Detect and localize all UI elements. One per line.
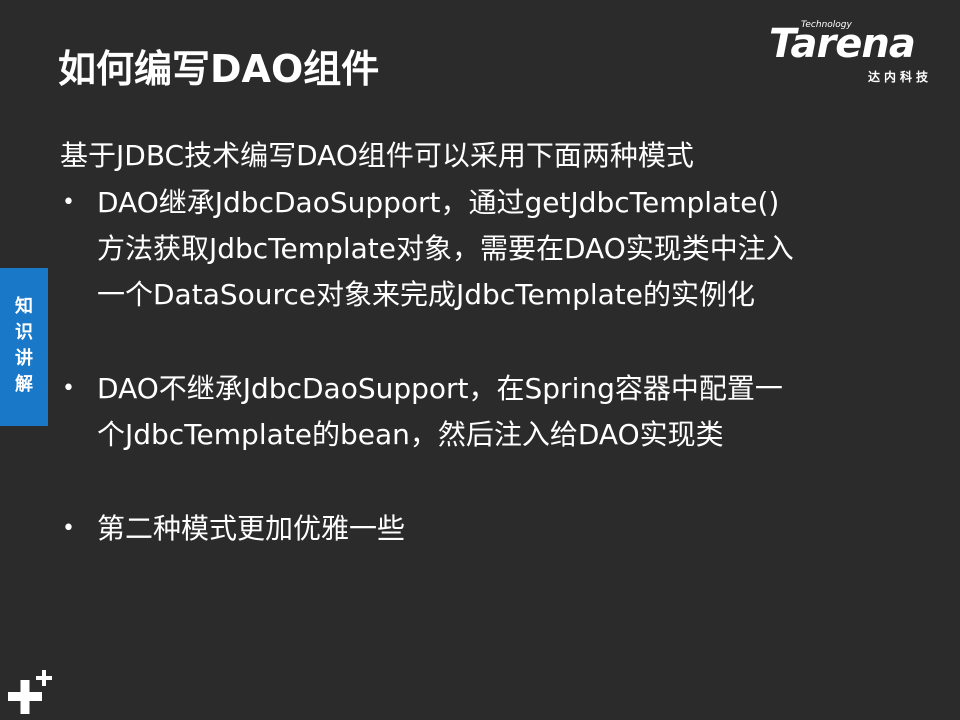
bullet-icon: •	[62, 190, 75, 215]
bullet-line: 第二种模式更加优雅一些	[97, 512, 406, 545]
side-tab-label: 知识讲解	[15, 296, 33, 395]
slide-title: 如何编写DAO组件	[58, 47, 380, 91]
side-tab: 知识讲解	[0, 268, 48, 426]
bullet-item: • 第二种模式更加优雅一些	[60, 506, 900, 552]
bullet-icon: •	[62, 516, 75, 541]
bullet-line: 一个DataSource对象来完成JdbcTemplate的实例化	[97, 278, 755, 311]
intro-text: 基于JDBC技术编写DAO组件可以采用下面两种模式	[60, 139, 694, 172]
bullet-item: • DAO不继承JdbcDaoSupport，在Spring容器中配置一 个Jd…	[60, 366, 900, 458]
logo-chinese: 达内科技	[867, 70, 932, 84]
logo-wordmark: Tarena	[769, 21, 916, 67]
bullet-icon: •	[62, 376, 75, 401]
bullet-list: • DAO继承JdbcDaoSupport，通过getJdbcTemplate(…	[60, 180, 900, 552]
bullet-line: 个JdbcTemplate的bean，然后注入给DAO实现类	[97, 418, 724, 451]
plus-plus-icon	[8, 670, 52, 714]
slide: 如何编写DAO组件 Technology Tarena 达内科技 知识讲解 基于…	[0, 0, 960, 720]
bullet-line: DAO不继承JdbcDaoSupport，在Spring容器中配置一	[97, 372, 783, 405]
slide-content: 基于JDBC技术编写DAO组件可以采用下面两种模式 • DAO继承JdbcDao…	[60, 134, 900, 552]
bullet-line: 方法获取JdbcTemplate对象，需要在DAO实现类中注入	[97, 232, 794, 265]
bullet-line: DAO继承JdbcDaoSupport，通过getJdbcTemplate()	[97, 186, 780, 219]
bullet-item: • DAO继承JdbcDaoSupport，通过getJdbcTemplate(…	[60, 180, 900, 318]
tarena-logo: Technology Tarena 达内科技	[769, 20, 944, 90]
